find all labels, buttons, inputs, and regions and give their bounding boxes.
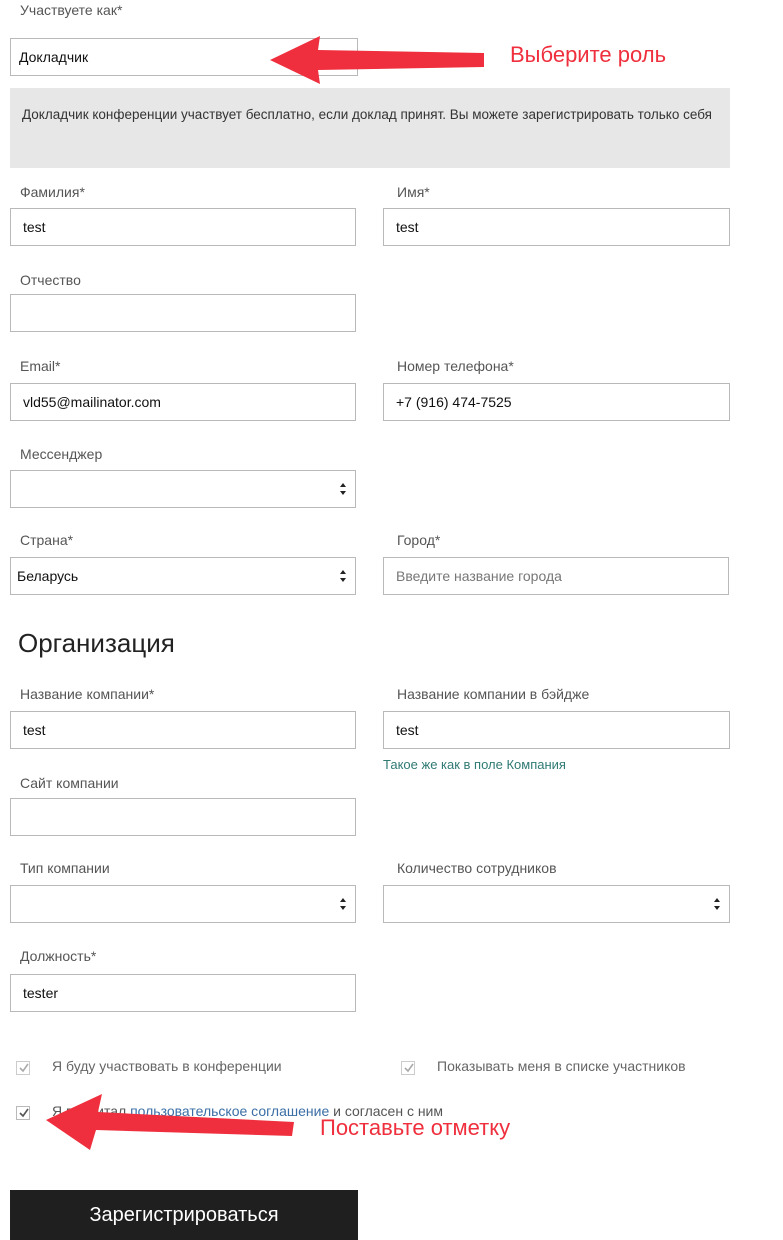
role-annotation: Выберите роль — [510, 42, 667, 67]
website-input[interactable] — [10, 798, 356, 836]
checkmark-icon — [19, 1063, 29, 1073]
employees-select[interactable] — [383, 885, 730, 923]
website-label: Сайт компании — [20, 775, 119, 791]
select-arrows-icon — [340, 570, 346, 582]
phone-input[interactable]: +7 (916) 474-7525 — [383, 383, 730, 421]
company-type-select[interactable] — [10, 885, 356, 923]
agreement-annotation: Поставьте отметку — [320, 1115, 511, 1140]
show-in-list-label: Показывать меня в списке участников — [437, 1058, 686, 1074]
checkmark-icon — [404, 1063, 414, 1073]
badge-name-label: Название компании в бэйдже — [397, 686, 590, 702]
messenger-select[interactable] — [10, 470, 356, 508]
select-arrows-icon — [340, 898, 346, 910]
company-name-label: Название компании* — [20, 686, 155, 702]
phone-label: Номер телефона* — [397, 358, 514, 374]
employees-label: Количество сотрудников — [397, 860, 557, 876]
position-label: Должность* — [20, 948, 97, 964]
first-name-input[interactable]: test — [383, 208, 730, 246]
annotation-arrow-role-icon — [270, 36, 484, 84]
country-select[interactable]: Беларусь — [10, 557, 356, 595]
show-in-list-checkbox[interactable] — [401, 1061, 415, 1075]
organization-title: Организация — [18, 628, 175, 658]
role-label: Участвуете как* — [20, 2, 123, 18]
participate-label: Я буду участвовать в конференции — [52, 1058, 282, 1074]
last-name-input[interactable]: test — [10, 208, 356, 246]
country-label: Страна* — [20, 532, 74, 548]
badge-name-hint: Такое же как в поле Компания — [383, 757, 566, 772]
select-arrows-icon — [714, 898, 720, 910]
role-info-box: Докладчик конференции участвует бесплатн… — [10, 88, 730, 168]
email-label: Email* — [20, 358, 61, 374]
middle-name-label: Отчество — [20, 272, 81, 288]
agreement-checkbox[interactable] — [16, 1106, 30, 1120]
company-type-label: Тип компании — [20, 860, 110, 876]
register-button[interactable]: Зарегистрироваться — [10, 1190, 358, 1240]
messenger-label: Мессенджер — [20, 446, 103, 462]
badge-name-input[interactable]: test — [383, 711, 730, 749]
city-input[interactable]: Введите название города — [383, 557, 729, 595]
company-name-input[interactable]: test — [10, 711, 356, 749]
checkmark-icon — [19, 1108, 29, 1118]
email-input[interactable]: vld55@mailinator.com — [10, 383, 356, 421]
middle-name-input[interactable] — [10, 294, 356, 332]
position-input[interactable]: tester — [10, 974, 356, 1012]
first-name-label: Имя* — [397, 184, 430, 200]
participate-checkbox[interactable] — [16, 1061, 30, 1075]
select-arrows-icon — [340, 483, 346, 495]
annotation-arrow-agreement-icon — [46, 1094, 294, 1150]
country-select-value: Беларусь — [17, 568, 79, 584]
last-name-label: Фамилия* — [20, 184, 85, 200]
role-select-value: Докладчик — [19, 49, 89, 65]
city-label: Город* — [397, 532, 441, 548]
